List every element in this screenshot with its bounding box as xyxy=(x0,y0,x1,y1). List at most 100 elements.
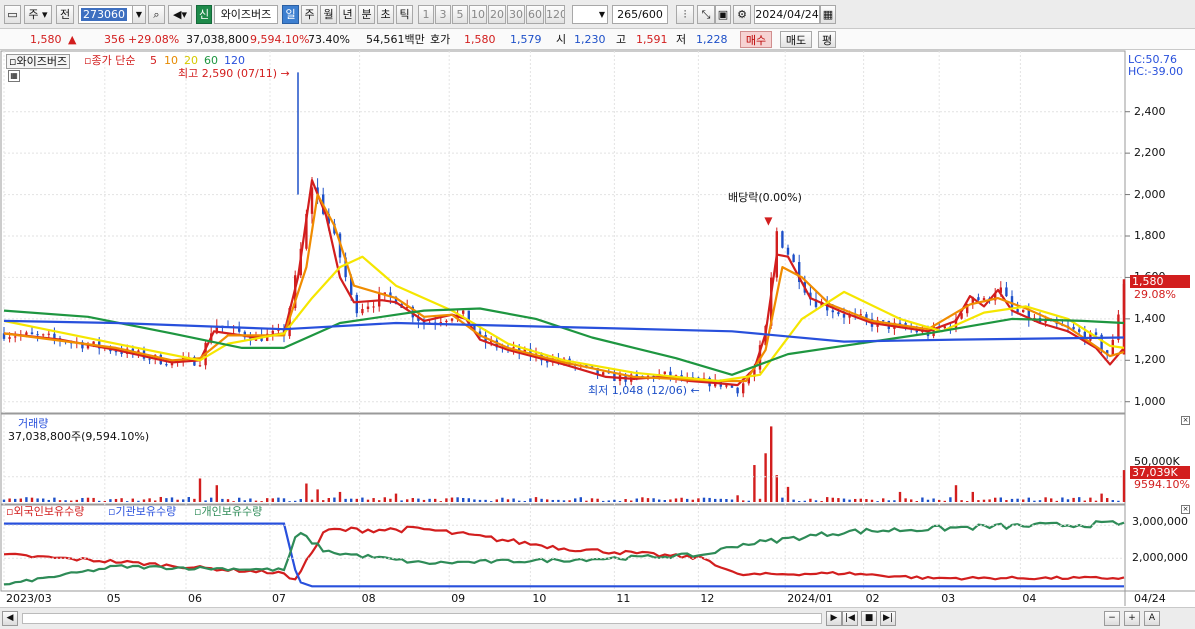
holdings-close-icon[interactable]: × xyxy=(1181,505,1190,514)
sell-button[interactable]: 매도 xyxy=(780,31,812,48)
table-icon[interactable]: ▦ xyxy=(8,70,20,82)
window-icon[interactable]: ▭ xyxy=(4,5,21,24)
volume-bar xyxy=(523,500,526,502)
market-select[interactable]: 주 ▾ xyxy=(24,5,52,24)
hoga-label: 호가 xyxy=(430,33,451,46)
save-icon[interactable]: ▣ xyxy=(715,5,731,24)
interval-button-5[interactable]: 30 xyxy=(507,5,525,24)
price-tick-label: 2,200 xyxy=(1134,146,1166,160)
price-tick-label: 2,000 xyxy=(1134,187,1166,201)
scroll-control-4[interactable]: + xyxy=(1124,611,1140,626)
candle-body xyxy=(1117,314,1120,340)
volume-bar xyxy=(826,497,829,502)
trade-amount: 54,561백만 xyxy=(366,33,425,46)
interval-button-6[interactable]: 60 xyxy=(526,5,544,24)
volume-bar xyxy=(736,495,739,502)
volume-bar xyxy=(943,500,946,502)
low-price: 1,228 xyxy=(696,33,728,46)
institution-legend[interactable]: ▫기관보유수량 xyxy=(108,505,176,518)
volume-bar xyxy=(75,499,78,502)
period-button-4[interactable]: 분 xyxy=(358,5,375,24)
prev-button[interactable]: 전 xyxy=(56,5,74,24)
search-icon[interactable]: ⌕ xyxy=(148,5,165,24)
individual-legend[interactable]: ▫개인보유수량 xyxy=(194,505,262,518)
count-input[interactable]: 265/600 xyxy=(612,5,668,24)
interval-button-3[interactable]: 10 xyxy=(469,5,487,24)
chart-area[interactable]: ▫와이즈버즈 ▫종가 단순 5 10 20 60 120 ▦ LC:50.76 … xyxy=(0,50,1195,607)
candle-body xyxy=(445,320,448,323)
scroll-control-3[interactable]: − xyxy=(1104,611,1120,626)
volume-bar xyxy=(310,499,314,502)
volume-bar xyxy=(887,500,890,502)
period-button-2[interactable]: 월 xyxy=(320,5,337,24)
stock-name-field[interactable]: 와이즈버즈 xyxy=(214,5,278,24)
volume-bar xyxy=(70,500,73,502)
interval-button-2[interactable]: 5 xyxy=(452,5,468,24)
volume-bar xyxy=(557,499,560,502)
candle-style-icon[interactable]: ⫶ xyxy=(676,5,694,24)
code-dropdown-icon[interactable]: ▼ xyxy=(132,5,146,24)
interval-button-4[interactable]: 20 xyxy=(488,5,506,24)
eval-button[interactable]: 평 xyxy=(818,31,836,48)
calendar-icon[interactable]: ▦ xyxy=(820,5,836,24)
scroll-control-2[interactable]: ▶| xyxy=(880,611,896,626)
volume-bar xyxy=(25,497,28,502)
volume-bar xyxy=(344,498,347,502)
scroll-control-1[interactable]: ■ xyxy=(861,611,877,626)
volume-bar xyxy=(971,491,974,502)
volume-bar xyxy=(663,500,666,502)
candle-body xyxy=(148,358,151,360)
volume-bar xyxy=(30,497,34,502)
scroll-control-5[interactable]: A xyxy=(1144,611,1160,626)
volume-bar xyxy=(1083,500,1086,502)
speaker-icon[interactable]: ◀▾ xyxy=(168,5,192,24)
volume-bar xyxy=(702,497,706,502)
scroll-track[interactable] xyxy=(22,613,822,624)
volume-close-icon[interactable]: × xyxy=(1181,416,1190,425)
period-button-3[interactable]: 년 xyxy=(339,5,356,24)
ma20-legend: 20 xyxy=(184,54,198,67)
volume-bar xyxy=(719,498,722,502)
interval-dropdown[interactable]: ▼ xyxy=(572,5,608,24)
volume-bar xyxy=(814,500,818,502)
price-legend-stock[interactable]: ▫와이즈버즈 xyxy=(6,54,71,69)
period-button-1[interactable]: 주 xyxy=(301,5,318,24)
scroll-control-0[interactable]: |◀ xyxy=(842,611,858,626)
volume-bar xyxy=(842,498,846,502)
volume-bar xyxy=(467,498,470,502)
volume-bar xyxy=(187,497,190,502)
scroll-left-button[interactable]: ◀ xyxy=(2,611,18,626)
chart-scrollbar[interactable]: ◀ ▶ |◀ ■ ▶| − + A xyxy=(0,607,1195,629)
volume-bar xyxy=(910,499,913,502)
volume-bar xyxy=(305,483,308,502)
volume-bar xyxy=(428,498,431,502)
date-input[interactable]: 2024/04/24 xyxy=(754,5,820,24)
gear-icon[interactable]: ⚙ xyxy=(733,5,751,24)
volume-bar xyxy=(646,498,650,502)
interval-button-1[interactable]: 3 xyxy=(435,5,451,24)
interval-button-0[interactable]: 1 xyxy=(418,5,434,24)
x-axis-right-label: 04/24 xyxy=(1134,592,1166,605)
price-legend-name: 와이즈버즈 xyxy=(16,55,68,68)
period-button-5[interactable]: 초 xyxy=(377,5,394,24)
chart-window: ▭ 주 ▾ 전 273060 ▼ ⌕ ◀▾ 신 와이즈버즈 일주월년분초틱 13… xyxy=(0,0,1195,629)
compare-icon[interactable]: ⤡ xyxy=(697,5,715,24)
volume-bar xyxy=(411,498,414,502)
foreign-legend[interactable]: ▫외국인보유수량 xyxy=(6,505,84,518)
period-button-0[interactable]: 일 xyxy=(282,5,299,24)
low-annotation: 최저 1,048 (12/06) ← xyxy=(588,384,700,397)
volume-bar xyxy=(366,499,370,502)
volume-bar xyxy=(770,426,773,502)
period-button-6[interactable]: 틱 xyxy=(396,5,413,24)
volume-bar xyxy=(36,498,39,502)
candle-body xyxy=(271,330,274,334)
volume-bar xyxy=(1022,499,1025,502)
price-legend-ma[interactable]: ▫종가 단순 xyxy=(84,54,135,67)
scroll-right-button[interactable]: ▶ xyxy=(826,611,842,626)
volume-bar xyxy=(456,497,459,502)
buy-button[interactable]: 매수 xyxy=(740,31,772,48)
chart-canvas[interactable] xyxy=(0,50,1195,607)
new-button[interactable]: 신 xyxy=(196,5,212,24)
quote-bar: 1,580 ▲ 356 +29.08% 37,038,800 9,594.10%… xyxy=(0,29,1195,50)
interval-button-7[interactable]: 120 xyxy=(545,5,565,24)
